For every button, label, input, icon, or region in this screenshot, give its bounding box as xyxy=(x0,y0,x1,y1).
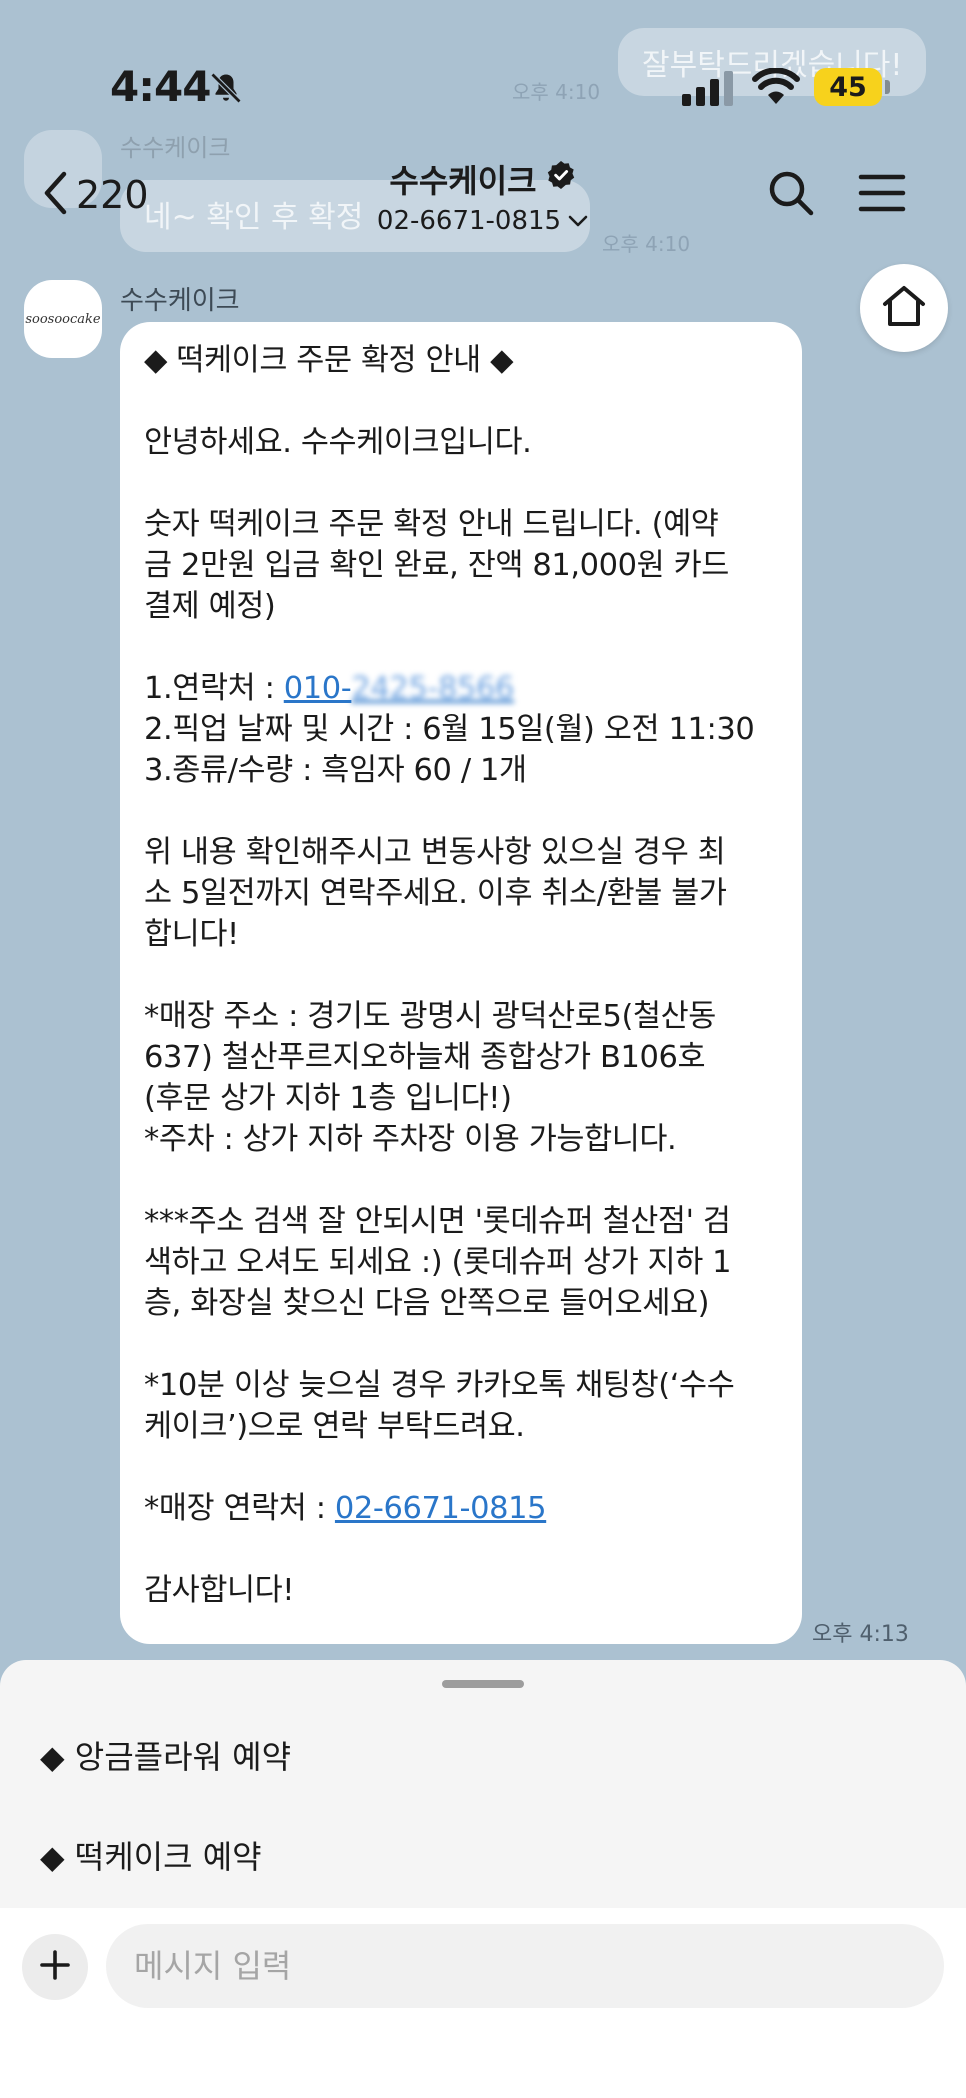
message-line: ***주소 검색 잘 안되시면 '롯데슈퍼 철산점' 검 xyxy=(144,1204,731,1239)
message-line: (후문 상가 지하 1층 입니다!) xyxy=(144,1081,512,1116)
message-line: 색하고 오셔도 되세요 :) (롯데슈퍼 상가 지하 1 xyxy=(144,1245,732,1280)
contact-line: 1.연락처 : 010-2425-8566 xyxy=(144,668,778,709)
message-input-bar xyxy=(0,1908,966,2098)
message-line: 케이크’)으로 연락 부탁드려요. xyxy=(144,1409,525,1444)
phone-link[interactable]: 010-2425-8566 xyxy=(283,671,515,706)
quick-reply-flower-reservation[interactable]: ◆ 앙금플라워 예약 xyxy=(40,1732,291,1778)
message-line: *10분 이상 늦으실 경우 카카오톡 채팅창(‘수수 xyxy=(144,1368,735,1403)
chat-phone: 02-6671-0815 xyxy=(377,206,589,236)
message-line: *주차 : 상가 지하 주차장 이용 가능합니다. xyxy=(144,1122,677,1157)
quick-reply-panel: ◆ 앙금플라워 예약 ◆ 떡케이크 예약 xyxy=(0,1660,966,2098)
store-contact-label: *매장 연락처 : xyxy=(144,1491,335,1526)
message-line: 층, 화장실 찾으신 다음 안쪽으로 들어오세요) xyxy=(144,1286,710,1321)
chat-header: 220 수수케이크 02-6671-0815 xyxy=(0,140,966,250)
chevron-down-icon xyxy=(567,206,589,236)
cellular-signal-icon xyxy=(682,70,736,110)
chat-title-area[interactable]: 수수케이크 02-6671-0815 xyxy=(0,156,966,236)
message-bubble[interactable]: ◆ 떡케이크 주문 확정 안내 ◆ 안녕하세요. 수수케이크입니다. 숫자 떡케… xyxy=(120,322,802,1644)
message-line: 637) 철산푸르지오하늘채 종합상가 B106호 xyxy=(144,1040,706,1075)
phone-prefix: 010- xyxy=(283,671,352,706)
phone-hidden-digits: 2425-8566 xyxy=(351,671,515,706)
message-line: *매장 주소 : 경기도 광명시 광덕산로5(철산동 xyxy=(144,999,716,1034)
message-line: 3.종류/수량 : 흑임자 60 / 1개 xyxy=(144,753,527,788)
quick-reply-ricecake-reservation[interactable]: ◆ 떡케이크 예약 xyxy=(40,1832,262,1878)
sender-avatar[interactable]: soosoocake xyxy=(24,280,102,358)
plus-icon xyxy=(38,1948,72,1986)
battery-cap xyxy=(885,80,890,94)
message-line: 감사합니다! xyxy=(144,1573,295,1608)
store-contact-line: *매장 연락처 : 02-6671-0815 xyxy=(144,1488,778,1529)
battery-indicator: 45 xyxy=(814,68,882,106)
store-phone-link[interactable]: 02-6671-0815 xyxy=(335,1491,547,1526)
message-line: 합니다! xyxy=(144,917,239,952)
chat-title-text: 수수케이크 xyxy=(389,162,537,200)
message-line: 결제 예정) xyxy=(144,589,276,624)
sender-name: 수수케이크 xyxy=(120,286,240,316)
message-input[interactable] xyxy=(106,1924,944,2008)
verified-badge-icon xyxy=(545,159,577,199)
status-time: 4:44 xyxy=(110,62,211,111)
contact-label: 1.연락처 : xyxy=(144,671,284,706)
search-icon[interactable] xyxy=(766,168,816,222)
menu-icon[interactable] xyxy=(858,172,906,218)
message-line: 2.픽업 날짜 및 시간 : 6월 15일(월) 오전 11:30 xyxy=(144,712,755,747)
home-button[interactable] xyxy=(860,264,948,352)
home-icon xyxy=(880,282,928,334)
avatar-logo-text: soosoocake xyxy=(25,311,101,327)
panel-handle[interactable] xyxy=(442,1680,524,1688)
message-line: 소 5일전까지 연락주세요. 이후 취소/환불 불가 xyxy=(144,876,727,911)
chat-title: 수수케이크 xyxy=(389,156,576,202)
message-line: 안녕하세요. 수수케이크입니다. xyxy=(144,425,532,460)
status-bar: 4:44 45 xyxy=(0,0,966,140)
message-line: 위 내용 확인해주시고 변동사항 있으실 경우 최 xyxy=(144,835,726,870)
chat-phone-number: 02-6671-0815 xyxy=(376,206,562,236)
message-time: 오후 4:13 xyxy=(812,1622,909,1647)
silent-mode-icon xyxy=(208,70,244,110)
wifi-icon xyxy=(752,67,800,110)
message-line: 숫자 떡케이크 주문 확정 안내 드립니다. (예약 xyxy=(144,507,719,542)
message-line: 금 2만원 입금 확인 완료, 잔액 81,000원 카드 xyxy=(144,548,729,583)
attach-button[interactable] xyxy=(22,1934,88,2000)
message-line: ◆ 떡케이크 주문 확정 안내 ◆ xyxy=(144,343,514,378)
